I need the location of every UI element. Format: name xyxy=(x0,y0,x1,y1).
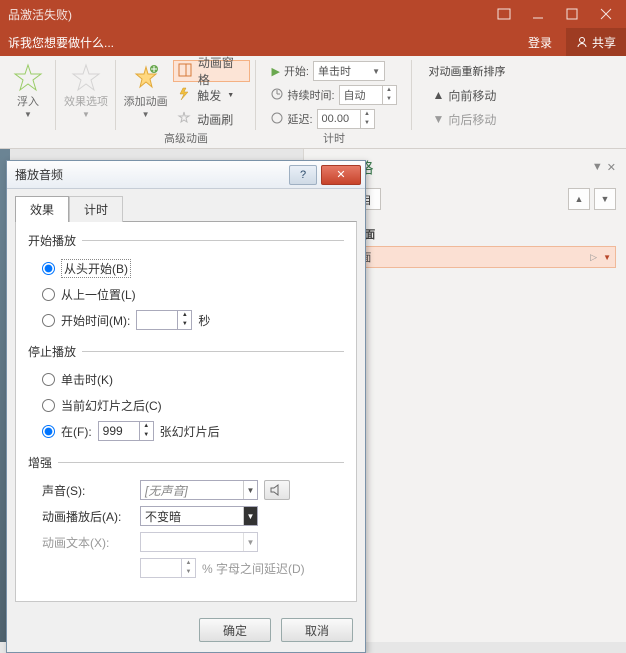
reorder-header: 对动画重新排序 xyxy=(429,60,506,82)
from-beginning-radio[interactable]: 从头开始(B) xyxy=(42,255,344,281)
item-menu-button[interactable]: ▼ xyxy=(603,253,611,262)
dialog-help-button[interactable]: ? xyxy=(289,165,317,185)
chevron-down-icon: ▼ xyxy=(243,507,257,525)
move-up-button[interactable]: ▲ xyxy=(568,188,590,210)
maximize-button[interactable] xyxy=(560,5,584,23)
chevron-down-icon: ▼ xyxy=(243,481,257,499)
chevron-down-icon: ▼ xyxy=(227,92,234,99)
move-down-button[interactable]: ▼ xyxy=(594,188,616,210)
play-icon: ▶ xyxy=(271,65,279,78)
from-time-radio[interactable]: 开始时间(M): ▲▼ 秒 xyxy=(42,307,344,333)
anim-text-combo: ▼ xyxy=(140,532,258,552)
sound-preview-button[interactable] xyxy=(264,480,290,500)
star-outline-icon xyxy=(70,62,102,94)
start-combo[interactable]: 单击时▼ xyxy=(313,61,385,81)
from-last-radio[interactable]: 从上一位置(L) xyxy=(42,281,344,307)
chevron-down-icon: ▼ xyxy=(372,67,380,76)
lightning-icon xyxy=(177,87,193,103)
after-slides-spin[interactable]: 999▲▼ xyxy=(98,421,154,441)
sound-label: 声音(S): xyxy=(42,482,134,499)
move-later-button[interactable]: ▼向后移动 xyxy=(429,108,501,130)
after-current-radio[interactable]: 当前幻灯片之后(C) xyxy=(42,392,344,418)
window-title: 品激活失败) xyxy=(8,6,492,23)
delay-icon xyxy=(271,112,283,127)
add-animation-button[interactable]: 添加动画 ▼ xyxy=(122,60,169,130)
window-controls xyxy=(492,5,618,23)
group-label-advanced: 高级动画 xyxy=(122,130,250,148)
stop-legend: 停止播放 xyxy=(28,343,82,360)
up-triangle-icon: ▲ xyxy=(433,88,445,102)
after-suffix: 张幻灯片后 xyxy=(160,423,220,440)
effect-options-button[interactable]: 浮入 ▼ xyxy=(4,60,52,119)
animation-pane-button[interactable]: 动画窗格 xyxy=(173,60,250,82)
trigger-button[interactable]: 触发 ▼ xyxy=(173,84,250,106)
after-slides-radio[interactable]: 在(F): 999▲▼ 张幻灯片后 xyxy=(42,418,344,444)
group-label-timing: 计时 xyxy=(262,130,406,148)
add-star-icon xyxy=(130,62,162,94)
pane-close-button[interactable]: ✕ xyxy=(607,161,616,174)
down-triangle-icon: ▼ xyxy=(433,112,445,126)
effect-options-full-button: 效果选项 ▼ xyxy=(62,60,110,119)
account-share-area: 登录 共享 xyxy=(520,28,626,56)
ok-button[interactable]: 确定 xyxy=(199,618,271,642)
start-playing-group: 开始播放 从头开始(B) 从上一位置(L) 开始时间(M): ▲▼ 秒 xyxy=(28,232,344,337)
speaker-icon xyxy=(270,484,284,496)
after-anim-label: 动画播放后(A): xyxy=(42,508,134,525)
play-audio-dialog: 播放音频 ? ✕ 效果 计时 开始播放 从头开始(B) 从上一位置(L) 开始时… xyxy=(6,160,366,653)
window-titlebar: 品激活失败) xyxy=(0,0,626,28)
move-earlier-button[interactable]: ▲向前移动 xyxy=(429,84,501,106)
ribbon: 浮入 ▼ 效果选项 ▼ 添加动画 ▼ 动画窗格 触发 xyxy=(0,56,626,149)
duration-label: 持续时间: xyxy=(287,87,334,103)
minimize-button[interactable] xyxy=(526,5,550,23)
sound-combo[interactable]: [无声音]▼ xyxy=(140,480,258,500)
chevron-down-icon: ▼ xyxy=(142,110,150,119)
duration-spin[interactable]: 自动▲▼ xyxy=(339,85,397,105)
tellme-prompt[interactable]: 诉我您想要做什么... xyxy=(8,34,114,51)
share-button[interactable]: 共享 xyxy=(566,28,626,56)
dialog-footer: 确定 取消 xyxy=(7,610,365,652)
tab-effect[interactable]: 效果 xyxy=(15,196,69,222)
seconds-label: 秒 xyxy=(198,312,210,329)
start-legend: 开始播放 xyxy=(28,232,82,249)
on-click-radio[interactable]: 单击时(K) xyxy=(42,366,344,392)
share-icon xyxy=(576,36,588,48)
animation-painter-button[interactable]: 动画刷 xyxy=(173,108,250,130)
pane-icon xyxy=(178,63,194,79)
enhance-legend: 增强 xyxy=(28,454,58,471)
letter-delay-spin: ▲▼ xyxy=(140,558,196,578)
chevron-down-icon: ▼ xyxy=(82,110,90,119)
effect-marker-icon: ▷ xyxy=(590,252,597,263)
dialog-tabs: 效果 计时 xyxy=(7,189,365,221)
start-label: 开始: xyxy=(284,63,309,79)
login-link[interactable]: 登录 xyxy=(520,34,560,51)
letter-delay-label: % 字母之间延迟(D) xyxy=(202,560,305,577)
dialog-title: 播放音频 xyxy=(15,166,285,183)
brush-star-icon xyxy=(177,111,193,127)
chevron-down-icon: ▼ xyxy=(243,533,257,551)
after-anim-combo[interactable]: 不变暗▼ xyxy=(140,506,258,526)
dialog-titlebar[interactable]: 播放音频 ? ✕ xyxy=(7,161,365,189)
delay-spin[interactable]: 00.00▲▼ xyxy=(317,109,375,129)
share-label: 共享 xyxy=(592,34,616,51)
stop-playing-group: 停止播放 单击时(K) 当前幻灯片之后(C) 在(F): 999▲▼ 张幻灯片后 xyxy=(28,343,344,448)
tab-timing[interactable]: 计时 xyxy=(69,196,123,222)
delay-label: 延迟: xyxy=(287,111,312,127)
tellme-bar: 诉我您想要做什么... 登录 共享 xyxy=(0,28,626,56)
close-button[interactable] xyxy=(594,5,618,23)
dialog-body: 开始播放 从头开始(B) 从上一位置(L) 开始时间(M): ▲▼ 秒 停止播放… xyxy=(15,221,357,602)
clock-icon xyxy=(271,88,283,103)
enhance-group: 增强 声音(S): [无声音]▼ 动画播放后(A): 不变暗▼ 动画文本(X):… xyxy=(28,454,344,585)
item-name: 体面 xyxy=(349,249,584,265)
star-icon xyxy=(12,62,44,94)
ribbon-display-icon[interactable] xyxy=(492,5,516,23)
chevron-down-icon: ▼ xyxy=(24,110,32,119)
from-time-spin[interactable]: ▲▼ xyxy=(136,310,192,330)
anim-text-label: 动画文本(X): xyxy=(42,534,134,551)
pane-options-button[interactable]: ▼ xyxy=(592,161,603,174)
dialog-close-button[interactable]: ✕ xyxy=(321,165,361,185)
cancel-button[interactable]: 取消 xyxy=(281,618,353,642)
